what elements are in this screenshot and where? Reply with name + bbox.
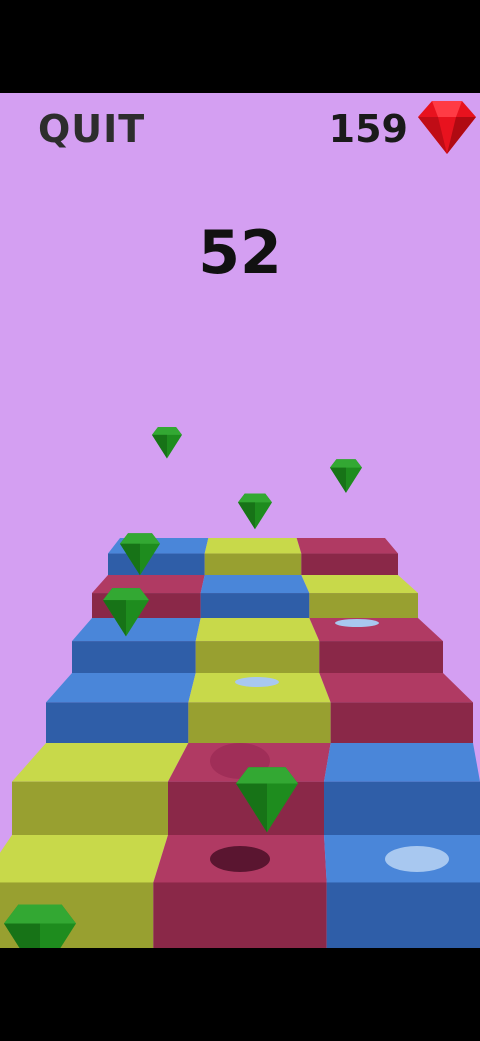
stair-tile-front	[330, 702, 473, 743]
tile-hole	[210, 846, 270, 872]
green-gem	[152, 426, 182, 459]
stair-tile-front	[324, 781, 480, 835]
stair-tile-front	[46, 702, 189, 743]
quit-button[interactable]: QUIT	[38, 107, 145, 151]
green-gem	[330, 459, 362, 493]
red-diamond-icon	[418, 101, 476, 154]
tile-spot	[235, 677, 279, 687]
game-viewport[interactable]: QUIT 159 52	[0, 93, 480, 948]
stair-tile-front	[204, 553, 302, 575]
gem-count: 159	[328, 107, 408, 151]
stair-tile-front	[309, 593, 418, 618]
stair-tile-top	[12, 743, 189, 782]
stair-tile-front	[319, 641, 443, 673]
stair-tile-front	[72, 641, 196, 673]
stair-tile-top	[72, 618, 201, 642]
stair-tile-front	[188, 702, 331, 743]
score-counter: 52	[198, 218, 282, 288]
tile-spot	[385, 846, 449, 872]
stair-tile-top	[200, 575, 310, 594]
stair-tile-top	[46, 673, 196, 703]
stair-tile-front	[200, 593, 310, 618]
status-bar-area	[0, 0, 480, 93]
stair-tile-top	[0, 835, 168, 883]
navigation-bar-area	[0, 948, 480, 1041]
stair-tile-front	[301, 553, 398, 575]
stair-tile-top	[204, 538, 302, 554]
stair-tile-front	[153, 882, 327, 948]
tile-spot	[335, 619, 379, 627]
stair-tile-front	[326, 882, 480, 948]
green-gem	[238, 493, 272, 530]
stair-tile-top	[195, 618, 320, 642]
stair-tile-top	[324, 743, 480, 782]
stair-tile-front	[12, 781, 168, 835]
stair-tile-top	[92, 575, 205, 594]
stair-tile-top	[301, 575, 418, 594]
stair-tile-top	[296, 538, 398, 554]
stair-tile-top	[319, 673, 473, 703]
stair-tile-front	[108, 553, 205, 575]
stair-tile-front	[195, 641, 320, 673]
